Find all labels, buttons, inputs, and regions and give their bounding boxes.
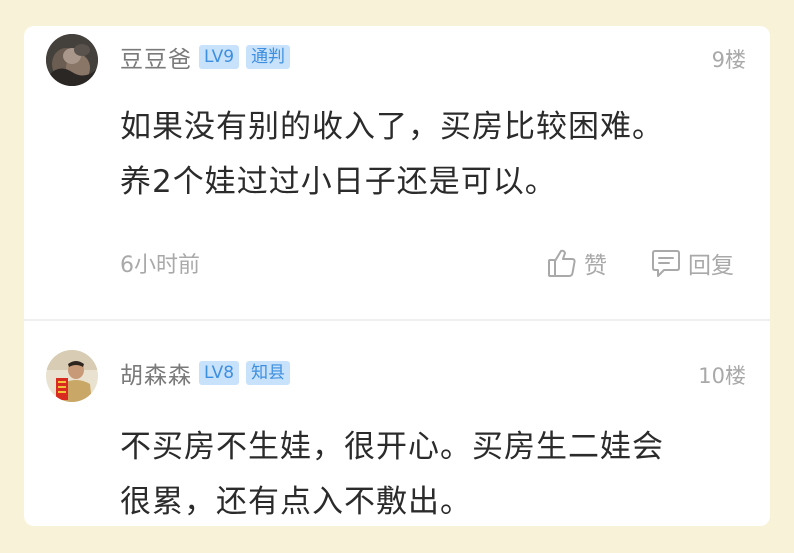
comment-timestamp: 6小时前 (120, 253, 200, 278)
comment-list: 豆豆爸 LV9 通判 9楼 如果没有别的收入了，买房比较困难。 养2个娃过过小日… (24, 26, 770, 526)
reply-button[interactable]: 回复 (650, 245, 734, 281)
username[interactable]: 豆豆爸 (120, 40, 192, 74)
comment-content: 不买房不生娃，很开心。买房生二娃会 很累，还有点入不敷出。 (120, 420, 740, 526)
like-label: 赞 (584, 253, 607, 279)
comment-content-line: 不买房不生娃，很开心。买房生二娃会 (120, 429, 664, 465)
user-info: 豆豆爸 LV9 通判 (120, 40, 291, 74)
comment-item: 胡森森 LV8 知县 10楼 不买房不生娃，很开心。买房生二娃会 很累，还有点入… (24, 321, 770, 526)
avatar[interactable] (46, 34, 98, 86)
username[interactable]: 胡森森 (120, 356, 192, 390)
floor-number: 9楼 (711, 48, 746, 72)
comment-item: 豆豆爸 LV9 通判 9楼 如果没有别的收入了，买房比较困难。 养2个娃过过小日… (24, 26, 770, 319)
like-button[interactable]: 赞 (546, 245, 607, 281)
avatar[interactable] (46, 350, 98, 402)
comment-content-line: 如果没有别的收入了，买房比较困难。 (120, 109, 664, 145)
thumbs-up-icon (546, 247, 578, 279)
comment-bubble-icon (650, 247, 682, 279)
user-info: 胡森森 LV8 知县 (120, 356, 291, 390)
comment-content: 如果没有别的收入了，买房比较困难。 养2个娃过过小日子还是可以。 (120, 100, 740, 210)
floor-number: 10楼 (698, 364, 746, 388)
rank-badge: 通判 (246, 45, 291, 69)
reply-label: 回复 (688, 253, 734, 279)
level-badge: LV9 (199, 45, 240, 69)
comment-content-line: 养2个娃过过小日子还是可以。 (120, 164, 557, 200)
comment-content-line: 很累，还有点入不敷出。 (120, 484, 472, 520)
rank-badge: 知县 (246, 361, 291, 385)
level-badge: LV8 (199, 361, 240, 385)
